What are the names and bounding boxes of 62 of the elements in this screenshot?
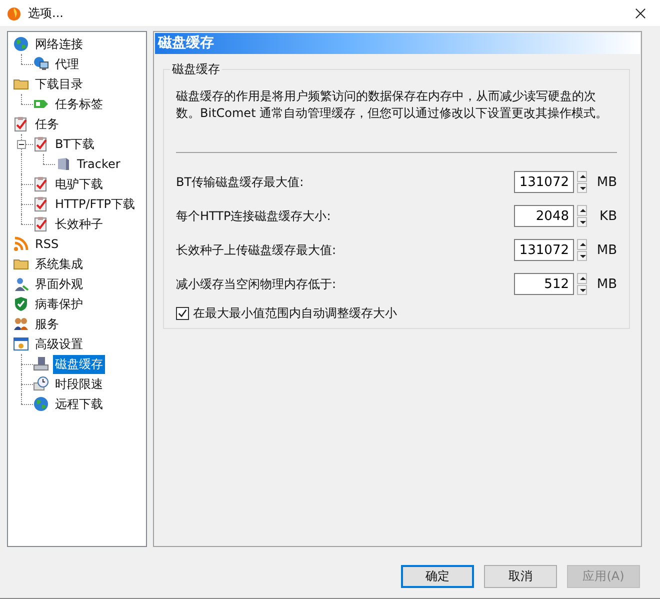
description-text: 磁盘缓存的作用是将用户频繁访问的数据保存在内存中，从而减少读写硬盘的次数。BitComet 通常自动管理缓存，但您可以通过修改以下设置更改其操作模式。	[176, 88, 609, 122]
dialog-button[interactable]: 取消	[484, 565, 557, 588]
server-icon	[55, 156, 71, 172]
checkbox-label[interactable]: 在最大最小值范围内自动调整缓存大小	[193, 305, 397, 322]
tree-item[interactable]: 远程下载	[53, 394, 105, 414]
group-title: 磁盘缓存	[171, 61, 221, 78]
tree-item[interactable]: 磁盘缓存	[53, 354, 105, 374]
people-icon	[13, 316, 29, 332]
clipboard-icon	[33, 196, 49, 212]
window-title: 选项...	[28, 4, 64, 22]
rss-icon	[13, 236, 29, 252]
tree-item[interactable]: 时段限速	[53, 374, 105, 394]
tree-item[interactable]: 任务标签	[53, 94, 105, 114]
globe-icon	[33, 396, 49, 412]
unit-label: MB	[596, 174, 617, 190]
clipboard-icon	[13, 116, 29, 132]
close-icon[interactable]	[635, 8, 646, 18]
unit-label: MB	[596, 242, 617, 258]
tree-item[interactable]: BT下载	[53, 134, 97, 154]
unit-label: KB	[598, 208, 617, 224]
setting-label: 长效种子上传磁盘缓存最大值:	[176, 242, 338, 258]
person-icon	[13, 276, 29, 292]
checkbox[interactable]	[176, 307, 189, 320]
spin-button[interactable]	[577, 273, 587, 295]
tree-item[interactable]: 网络连接	[33, 34, 85, 54]
number-field[interactable]: 131072	[514, 239, 574, 261]
tree-item[interactable]: 病毒保护	[33, 294, 85, 314]
tree-item[interactable]: 电驴下载	[53, 174, 105, 194]
number-field[interactable]: 512	[514, 273, 574, 295]
tree-item[interactable]: HTTP/FTP下载	[53, 194, 138, 214]
clipboard-icon	[33, 216, 49, 232]
tree-item[interactable]: 系统集成	[33, 254, 85, 274]
tree-item[interactable]: RSS	[33, 236, 61, 252]
spin-button[interactable]	[577, 205, 587, 227]
clipboard-icon	[33, 176, 49, 192]
spin-button[interactable]	[577, 239, 587, 261]
clipboard-icon	[33, 136, 49, 152]
tree-item[interactable]: 界面外观	[33, 274, 85, 294]
tree-item[interactable]: 代理	[53, 54, 81, 74]
spin-button[interactable]	[577, 171, 587, 193]
collapse-toggle[interactable]	[17, 140, 26, 149]
setting-label: 每个HTTP连接磁盘缓存大小:	[176, 208, 332, 224]
flame-logo-icon	[6, 5, 22, 21]
globe-icon	[13, 36, 29, 52]
dialog-button[interactable]: 确定	[401, 565, 474, 588]
number-field[interactable]: 2048	[514, 205, 574, 227]
tree-item[interactable]: 长效种子	[53, 214, 105, 234]
tree-item[interactable]: 任务	[33, 114, 61, 134]
clock-icon	[33, 376, 49, 392]
page-header: 磁盘缓存	[155, 33, 640, 54]
tree-item[interactable]: 高级设置	[33, 334, 85, 354]
tree-item[interactable]: Tracker	[75, 156, 122, 172]
number-field[interactable]: 131072	[514, 171, 574, 193]
tree-item[interactable]: 服务	[33, 314, 61, 334]
monitor-icon	[33, 56, 49, 72]
setting-label: 减小缓存当空闲物理内存低于:	[176, 276, 338, 292]
window-icon	[13, 336, 29, 352]
disk-drive-icon	[33, 356, 49, 372]
tree-item[interactable]: 下载目录	[33, 74, 85, 94]
shield-icon	[13, 296, 29, 312]
setting-label: BT传输磁盘缓存最大值:	[176, 174, 305, 190]
unit-label: MB	[596, 276, 617, 292]
